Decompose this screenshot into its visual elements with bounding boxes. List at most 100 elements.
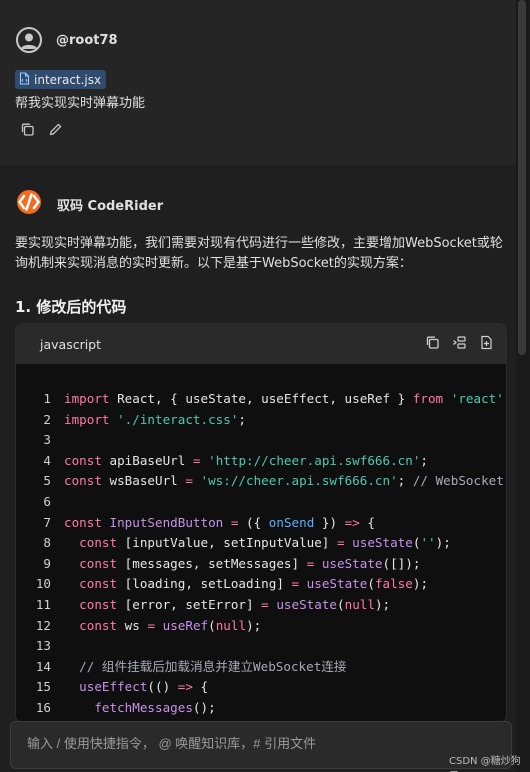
scrollbar[interactable] <box>516 0 530 772</box>
code-line: 9 const [messages, setMessages] = useSta… <box>16 554 504 575</box>
code-token: (() <box>147 679 178 695</box>
code-line: 8 const [inputValue, setInputValue] = us… <box>16 533 504 554</box>
code-token: 'react' <box>450 391 504 406</box>
code-token: const <box>79 555 118 571</box>
code-token: ({ <box>238 514 269 530</box>
code-line: 12 const ws = useRef(null); <box>16 616 504 637</box>
copy-icon[interactable] <box>18 120 36 138</box>
code-token: 'ws://cheer.api.swf666.cn' <box>200 473 398 489</box>
code-token: }) <box>314 514 345 530</box>
user-avatar-icon <box>16 27 42 53</box>
code-token: ); <box>435 535 451 551</box>
code-token: ; <box>238 411 247 427</box>
code-token: const <box>64 473 102 489</box>
code-token: = <box>147 617 156 633</box>
code-token: { <box>359 514 375 530</box>
username: @root78 <box>56 32 118 48</box>
copy-icon[interactable] <box>425 335 440 354</box>
code-token: ; <box>397 473 413 489</box>
code-block: javascript 1 import React, {useState, u… <box>15 323 507 723</box>
code-token: from <box>412 391 444 406</box>
code-line: 5 const wsBaseUrl = 'ws://cheer.api.swf66… <box>16 471 504 492</box>
assistant-intro-text: 要实现实时弹幕功能，我们需要对现有代码进行一些修改，主要增加WebSocket或… <box>15 236 503 271</box>
code-token: const <box>64 452 102 468</box>
code-token: // WebSocket <box>412 473 504 489</box>
code-token: = <box>185 473 193 489</box>
code-line: 15 useEffect(() => { <box>16 677 504 698</box>
code-token: (); <box>192 699 216 715</box>
section-heading: 1. 修改后的代码 <box>15 298 127 316</box>
file-reference-chip[interactable]: interact.jsx <box>15 70 107 89</box>
line-number: 14 <box>35 658 51 674</box>
new-file-icon[interactable] <box>479 335 494 354</box>
code-line: 2 import './interact.css'; <box>16 410 504 431</box>
code-token: '' <box>420 535 436 551</box>
code-token: useState <box>321 555 383 571</box>
file-name: interact.jsx <box>34 72 102 87</box>
user-message: @root78 interact.jsx 帮我实现实时弹幕功能 <box>0 0 516 165</box>
code-line: 10 const [loading, setLoading] = useStat… <box>16 574 504 595</box>
code-token: ; <box>420 452 429 468</box>
code-line: 16 fetchMessages(); <box>16 698 504 719</box>
code-token: ( <box>337 596 345 612</box>
code-token: null <box>344 596 375 612</box>
code-line: 6 <box>16 492 504 513</box>
line-number: 13 <box>35 638 51 654</box>
code-token: => <box>177 679 193 695</box>
code-token: = <box>261 596 269 612</box>
insert-icon[interactable] <box>452 335 467 354</box>
code-token: fetchMessages <box>94 699 193 715</box>
assistant-header: 驭码 CodeRider <box>15 189 163 219</box>
line-number: 10 <box>35 576 51 592</box>
code-token: [messages, setMessages] <box>117 555 307 571</box>
code-token: = <box>291 576 300 592</box>
code-token: ); <box>246 617 262 633</box>
code-token: => <box>344 514 360 530</box>
code-token: = <box>336 535 345 551</box>
edit-icon[interactable] <box>46 120 64 138</box>
line-number: 16 <box>35 699 51 715</box>
code-token: useRef <box>162 617 209 633</box>
code-token: // 组件挂载后加载消息并建立WebSocket连接 <box>79 658 347 674</box>
code-token: useState <box>352 535 413 551</box>
code-token: onSend <box>268 514 315 530</box>
code-token: apiBaseUrl <box>101 452 193 468</box>
code-token: './interact.css' <box>117 411 239 427</box>
chat-input[interactable] <box>11 722 511 768</box>
code-token: const <box>79 576 118 592</box>
code-token: const <box>64 514 102 530</box>
file-icon <box>19 70 30 89</box>
line-number: 3 <box>43 432 51 448</box>
code-token: import <box>64 391 110 406</box>
code-token: useState <box>306 576 368 592</box>
code-token: ( <box>367 576 375 592</box>
code-line: 4 const apiBaseUrl = 'http://cheer.api.sw… <box>16 451 504 472</box>
code-token: ); <box>412 576 429 592</box>
code-body[interactable]: 1 import React, { useState, useEffect, us… <box>16 364 506 722</box>
code-block-header: javascript <box>16 324 506 364</box>
scrollbar-thumb[interactable] <box>518 0 526 355</box>
line-number: 9 <box>43 555 51 571</box>
line-number: 2 <box>43 411 51 427</box>
line-number: 7 <box>43 514 51 530</box>
line-number: 12 <box>35 617 51 633</box>
code-line: 3 <box>16 430 504 451</box>
chat-input-box[interactable] <box>10 721 512 769</box>
line-number: 4 <box>43 452 51 468</box>
code-token: null <box>215 617 247 633</box>
code-token: 'http://cheer.api.swf666.cn' <box>208 452 421 468</box>
line-number: 11 <box>35 596 51 612</box>
line-number: 8 <box>43 535 51 551</box>
code-token: [inputValue, setInputValue] <box>117 535 337 551</box>
code-token: const <box>79 596 118 612</box>
